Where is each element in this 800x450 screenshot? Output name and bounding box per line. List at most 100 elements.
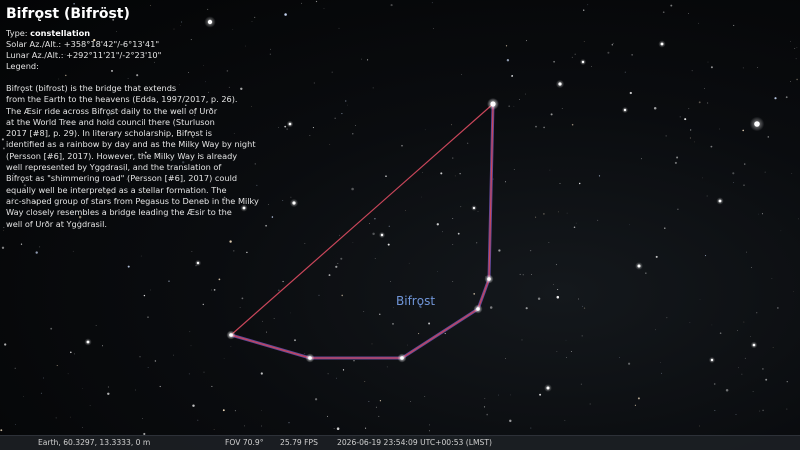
- constellation-star[interactable]: [487, 277, 491, 281]
- star: [505, 181, 506, 183]
- star: [611, 44, 614, 46]
- star: [561, 108, 563, 109]
- star: [689, 137, 691, 139]
- star: [710, 358, 714, 362]
- constellation-star[interactable]: [400, 356, 404, 360]
- star: [69, 416, 71, 418]
- star: [758, 213, 759, 215]
- star: [241, 297, 244, 300]
- star: [741, 373, 743, 375]
- star: [570, 351, 572, 353]
- star: [508, 105, 511, 108]
- star: [218, 278, 221, 281]
- star: [266, 331, 268, 333]
- star: [39, 246, 41, 248]
- star: [372, 87, 374, 89]
- star: [553, 284, 554, 285]
- star: [173, 354, 174, 356]
- star: [513, 169, 515, 170]
- star: [405, 210, 406, 211]
- star: [492, 178, 494, 180]
- star: [645, 272, 647, 274]
- star: [537, 297, 541, 300]
- star: [689, 322, 691, 323]
- star: [408, 262, 410, 264]
- star: [353, 360, 355, 362]
- star: [698, 101, 701, 104]
- star: [147, 367, 149, 369]
- star: [676, 156, 679, 159]
- star: [786, 408, 788, 410]
- constellation-star[interactable]: [476, 307, 480, 311]
- star: [418, 333, 420, 335]
- star: [352, 133, 354, 135]
- star: [733, 24, 735, 26]
- star: [461, 74, 463, 75]
- star: [571, 123, 574, 126]
- constellation-star[interactable]: [490, 101, 496, 107]
- star: [662, 11, 665, 14]
- star: [679, 116, 681, 118]
- star: [107, 386, 109, 388]
- star: [750, 336, 751, 337]
- star: [674, 161, 677, 164]
- star: [424, 396, 426, 397]
- star: [637, 397, 640, 400]
- star: [624, 71, 626, 73]
- star: [304, 353, 306, 354]
- star: [407, 344, 408, 346]
- status-location[interactable]: Earth, 60.3297, 13.3333, 0 m: [38, 438, 150, 448]
- status-fov[interactable]: FOV 70.9°: [225, 438, 264, 448]
- star: [387, 243, 390, 246]
- star: [796, 47, 798, 48]
- star: [342, 369, 345, 371]
- star: [742, 67, 744, 69]
- star: [192, 404, 195, 407]
- star: [107, 392, 110, 396]
- star: [719, 128, 721, 130]
- star: [589, 403, 591, 405]
- star: [67, 373, 69, 375]
- star: [772, 347, 774, 349]
- status-datetime[interactable]: 2026-06-19 23:54:09 UTC+00:53 (LMST): [337, 438, 492, 448]
- star: [742, 129, 745, 132]
- object-type-value: constellation: [30, 28, 91, 38]
- lunar-coordinates: Lunar Az./Alt.: +292°11'21"/-2°23'10": [6, 50, 162, 60]
- sky-viewer[interactable]: Bifrǫst (Bifröst) Type: constellation So…: [0, 0, 800, 450]
- star: [393, 307, 394, 308]
- star: [444, 332, 446, 335]
- object-description: Bifrǫst (bifrost) is the bridge that ext…: [6, 83, 259, 229]
- constellation-name-label[interactable]: Bifrǫst: [396, 294, 435, 308]
- star: [86, 340, 90, 344]
- star: [388, 225, 390, 227]
- star: [202, 303, 205, 306]
- star: [573, 226, 576, 229]
- star: [489, 306, 493, 309]
- star: [50, 327, 53, 330]
- status-bar[interactable]: Earth, 60.3297, 13.3333, 0 m FOV 70.9° 2…: [0, 435, 800, 450]
- star: [506, 59, 510, 62]
- constellation-star[interactable]: [308, 356, 312, 360]
- star: [744, 163, 746, 165]
- star: [752, 343, 756, 347]
- star: [484, 397, 486, 399]
- star: [752, 391, 754, 392]
- star: [761, 213, 763, 215]
- constellation-star[interactable]: [229, 333, 233, 337]
- star: [290, 312, 291, 314]
- star: [244, 425, 245, 427]
- star: [498, 394, 499, 396]
- star: [691, 70, 693, 72]
- star: [477, 211, 479, 212]
- star: [442, 231, 443, 233]
- star: [329, 144, 331, 145]
- star: [640, 158, 642, 160]
- object-info-panel: Bifrǫst (Bifröst) Type: constellation So…: [6, 6, 306, 230]
- star: [623, 108, 627, 112]
- star: [791, 173, 793, 174]
- star: [159, 385, 161, 388]
- star: [771, 277, 773, 279]
- star: [629, 91, 632, 95]
- star: [355, 125, 356, 127]
- star: [543, 126, 545, 129]
